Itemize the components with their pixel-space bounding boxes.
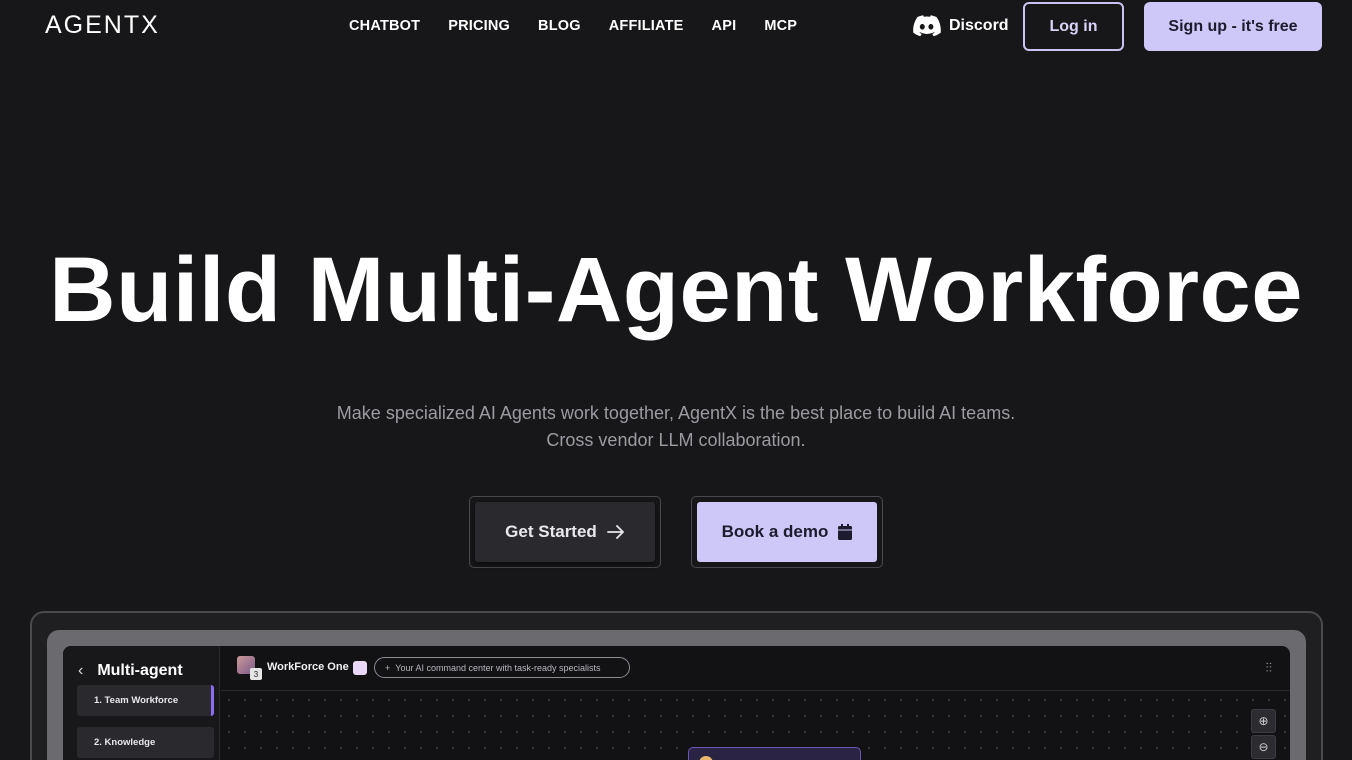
agent-node[interactable]	[688, 747, 861, 760]
nav-link-api[interactable]: API	[712, 18, 737, 34]
get-started-label: Get Started	[505, 522, 597, 541]
sidebar-item-knowledge[interactable]: 2. Knowledge	[77, 727, 214, 758]
zoom-out-icon[interactable]: ⊖	[1251, 735, 1276, 759]
workflow-canvas: 3 WorkForce One + Your AI command center…	[221, 646, 1290, 760]
get-started-button[interactable]: Get Started	[475, 502, 655, 562]
arrow-right-icon	[606, 525, 624, 539]
nav-link-blog[interactable]: BLOG	[538, 18, 581, 34]
discord-icon	[913, 15, 941, 37]
workforce-member-count: 3	[250, 668, 262, 680]
nav-links: CHATBOT PRICING BLOG AFFILIATE API MCP	[349, 18, 825, 34]
sidebar-header: ‹ Multi-agent	[78, 662, 183, 680]
workforce-description: Your AI command center with task-ready s…	[395, 662, 601, 673]
nav-link-mcp[interactable]: MCP	[764, 18, 797, 34]
hero-title: Build Multi-Agent Workforce	[49, 239, 1303, 341]
workforce-description-pill[interactable]: + Your AI command center with task-ready…	[374, 657, 630, 678]
nav-link-affiliate[interactable]: AFFILIATE	[609, 18, 684, 34]
workforce-name: WorkForce One	[267, 661, 349, 673]
discord-label: Discord	[949, 17, 1009, 34]
calendar-icon	[838, 524, 853, 540]
nav-link-pricing[interactable]: PRICING	[448, 18, 510, 34]
plus-icon: +	[385, 662, 391, 673]
app-preview-screen: ‹ Multi-agent 1. Team Workforce 2. Knowl…	[63, 646, 1290, 760]
discord-link[interactable]: Discord	[912, 15, 1009, 37]
agent-avatar	[699, 756, 713, 760]
book-demo-button[interactable]: Book a demo	[697, 502, 877, 562]
settings-sliders-icon[interactable]: ⫶⫶	[1266, 660, 1273, 676]
back-arrow-icon[interactable]: ‹	[78, 662, 83, 680]
logo-text: AGENTX	[45, 10, 160, 39]
nav-link-chatbot[interactable]: CHATBOT	[349, 18, 420, 34]
book-demo-frame: Book a demo	[691, 496, 883, 568]
login-button[interactable]: Log in	[1023, 2, 1124, 51]
get-started-frame: Get Started	[469, 496, 661, 568]
hero-subtitle-line-1: Make specialized AI Agents work together…	[336, 403, 1016, 423]
edit-icon[interactable]	[353, 661, 367, 675]
preview-sidebar: ‹ Multi-agent 1. Team Workforce 2. Knowl…	[63, 646, 220, 760]
agentx-logo[interactable]: AGENTX	[45, 10, 160, 39]
sidebar-item-team-workforce[interactable]: 1. Team Workforce	[77, 685, 214, 716]
signup-button[interactable]: Sign up - it's free	[1144, 2, 1322, 51]
book-demo-label: Book a demo	[721, 522, 829, 541]
sidebar-title: Multi-agent	[97, 662, 183, 679]
canvas-topbar: 3 WorkForce One + Your AI command center…	[221, 646, 1290, 691]
hero-subtitle-line-2: Cross vendor LLM collaboration.	[546, 430, 806, 450]
top-nav: AGENTX CHATBOT PRICING BLOG AFFILIATE AP…	[0, 0, 1352, 54]
hero-subtitle: Make specialized AI Agents work together…	[0, 400, 1352, 454]
zoom-in-icon[interactable]: ⊕	[1251, 709, 1276, 733]
